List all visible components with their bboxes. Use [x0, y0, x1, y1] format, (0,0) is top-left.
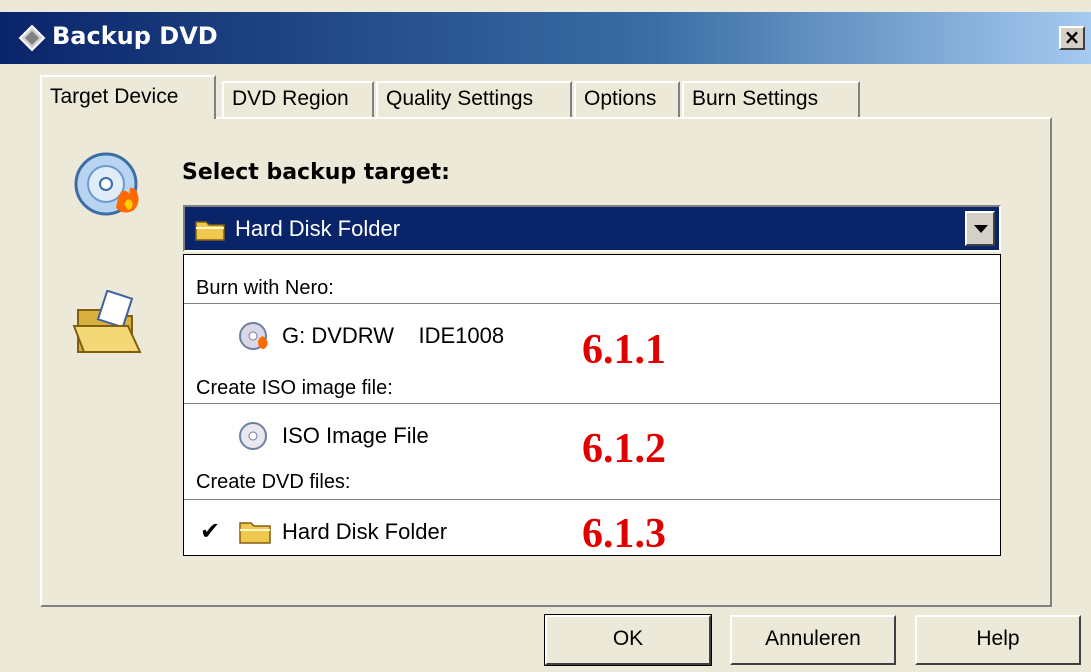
- tab-options[interactable]: Options: [574, 81, 680, 117]
- group-label-burn-with-nero: Burn with Nero:: [196, 277, 334, 299]
- list-item-dvdrw[interactable]: G: DVDRW IDE1008: [238, 321, 504, 351]
- list-item-label: G: DVDRW IDE1008: [282, 323, 505, 348]
- checkmark-icon: ✔: [200, 517, 221, 545]
- list-item-hard-disk-folder[interactable]: Hard Disk Folder: [238, 519, 447, 545]
- annotation-6-1-3: 6.1.3: [582, 511, 666, 557]
- window-title: Backup DVD: [52, 22, 218, 50]
- help-button[interactable]: Help: [915, 615, 1081, 665]
- folder-icon: [239, 522, 271, 544]
- tab-burn-settings[interactable]: Burn Settings: [682, 81, 860, 117]
- title-bar[interactable]: Backup DVD ×: [0, 12, 1091, 64]
- annotation-6-1-1: 6.1.1: [582, 327, 666, 373]
- select-backup-target-label: Select backup target:: [182, 160, 450, 185]
- ok-button[interactable]: OK: [544, 614, 712, 666]
- open-folder-icon: [72, 290, 142, 353]
- chevron-down-icon[interactable]: [965, 211, 995, 246]
- list-item-label: Hard Disk Folder: [282, 519, 448, 544]
- tab-dvd-region[interactable]: DVD Region: [222, 81, 374, 117]
- tab-target-device[interactable]: Target Device: [40, 75, 216, 119]
- list-item-label: ISO Image File: [282, 423, 429, 448]
- iso-disc-icon: [239, 422, 267, 450]
- cancel-button[interactable]: Annuleren: [730, 615, 896, 665]
- divider: [184, 403, 1000, 405]
- close-button[interactable]: ×: [1059, 26, 1085, 50]
- divider: [184, 303, 1000, 305]
- dvd-burn-icon: [74, 152, 139, 216]
- divider: [184, 499, 1000, 501]
- selected-value: Hard Disk Folder: [235, 216, 401, 241]
- folder-icon: [195, 221, 225, 241]
- backup-target-select[interactable]: Hard Disk Folder: [183, 205, 1001, 252]
- dvd-burn-icon: [239, 322, 268, 350]
- group-label-create-iso: Create ISO image file:: [196, 377, 393, 399]
- group-label-create-dvd-files: Create DVD files:: [196, 471, 351, 493]
- tab-quality-settings[interactable]: Quality Settings: [376, 81, 572, 117]
- backup-dvd-dialog: Backup DVD × Target Device DVD Region Qu…: [0, 0, 1091, 672]
- annotation-6-1-2: 6.1.2: [582, 426, 666, 472]
- list-item-iso-image[interactable]: ISO Image File: [238, 421, 429, 451]
- app-icon: [18, 24, 46, 52]
